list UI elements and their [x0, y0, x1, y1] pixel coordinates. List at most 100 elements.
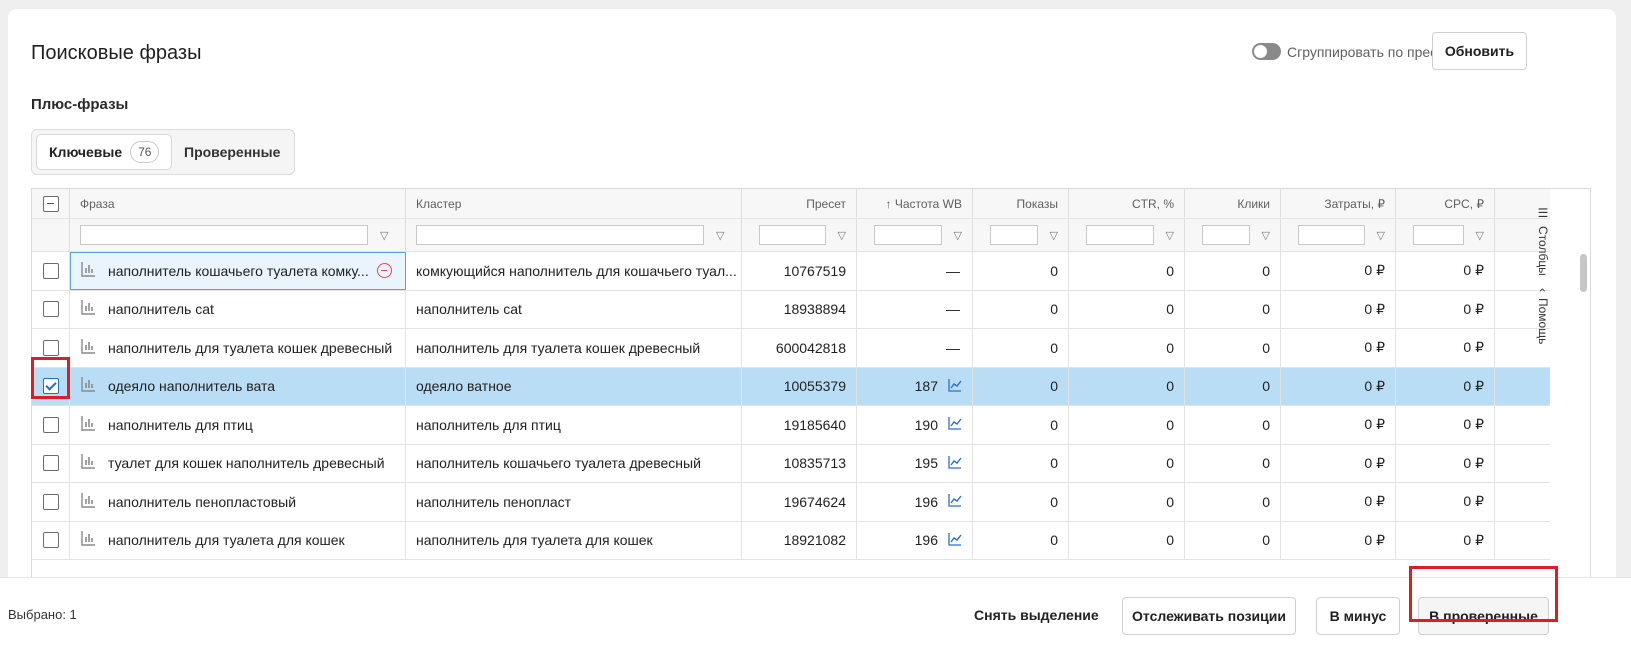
toggle-switch[interactable] [1252, 43, 1281, 60]
filter-icon[interactable]: ▽ [1166, 229, 1174, 242]
column-header-cpc[interactable]: CPC, ₽ [1396, 189, 1495, 218]
cell-clicks: 0 [1185, 483, 1281, 521]
columns-side-tab[interactable]: ☰ Столбцы [1532, 206, 1554, 276]
track-positions-button[interactable]: Отслеживать позиции [1122, 597, 1296, 635]
trend-chart-icon[interactable] [948, 455, 962, 472]
tab-verified[interactable]: Проверенные [184, 134, 280, 170]
column-header-impressions[interactable]: Показы [973, 189, 1069, 218]
trend-chart-icon[interactable] [948, 378, 962, 395]
clear-selection-button[interactable]: Снять выделение [974, 607, 1099, 623]
table-row[interactable]: наполнитель для туалета для кошек наполни… [32, 521, 1550, 560]
cell-phrase[interactable]: наполнитель для туалета кошек древесный [70, 329, 406, 367]
cell-cluster[interactable]: наполнитель для туалета кошек древесный [406, 329, 742, 367]
phrase-text: наполнитель cat [108, 301, 214, 318]
filter-input-impressions[interactable] [989, 225, 1038, 245]
help-side-tab[interactable]: ‹ Помощь [1532, 288, 1554, 344]
table-row[interactable]: наполнитель пенопластовый наполнитель пен… [32, 483, 1550, 522]
column-header-cluster[interactable]: Кластер [406, 189, 742, 218]
cell-cost: 0 ₽ [1281, 483, 1396, 521]
trend-chart-icon[interactable] [948, 532, 962, 549]
cell-phrase[interactable]: наполнитель для птиц [70, 406, 406, 444]
bar-chart-icon[interactable] [80, 261, 96, 281]
cell-phrase[interactable]: одеяло наполнитель вата [70, 367, 406, 405]
vertical-scrollbar[interactable] [1580, 252, 1587, 585]
cell-cluster[interactable]: наполнитель для птиц [406, 406, 742, 444]
select-all-checkbox[interactable] [42, 195, 59, 212]
bar-chart-icon[interactable] [80, 376, 96, 396]
cell-preset: 19674624 [742, 483, 857, 521]
table-row[interactable]: наполнитель cat наполнитель cat 18938894—0… [32, 290, 1550, 329]
cell-cluster[interactable]: наполнитель cat [406, 290, 742, 328]
table-row[interactable]: наполнитель кошачьего туалета комку... ко… [32, 252, 1550, 291]
filter-icon[interactable]: ▽ [1476, 229, 1484, 242]
refresh-button[interactable]: Обновить [1432, 32, 1527, 70]
cell-phrase[interactable]: наполнитель кошачьего туалета комку... [70, 252, 406, 290]
filter-icon[interactable]: ▽ [1377, 229, 1385, 242]
filter-input-preset[interactable] [758, 225, 826, 245]
column-header-ctr[interactable]: CTR, % [1069, 189, 1185, 218]
row-checkbox[interactable] [42, 455, 59, 472]
row-checkbox[interactable] [42, 339, 59, 356]
filter-icon[interactable]: ▽ [1050, 229, 1058, 242]
row-checkbox[interactable] [42, 416, 59, 433]
cell-cluster[interactable]: наполнитель для туалета для кошек [406, 521, 742, 559]
column-header-frequency[interactable]: ↑ Частота WB [857, 189, 973, 218]
row-checkbox[interactable] [42, 262, 59, 279]
page-title: Поисковые фразы [31, 42, 202, 64]
tab-keywords[interactable]: Ключевые 76 [36, 134, 172, 170]
bar-chart-icon[interactable] [80, 415, 96, 435]
table-row[interactable]: наполнитель для птиц наполнитель для птиц… [32, 406, 1550, 445]
filter-input-cluster[interactable] [416, 225, 704, 245]
to-minus-button[interactable]: В минус [1316, 597, 1400, 635]
column-header-cost[interactable]: Затраты, ₽ [1281, 189, 1396, 218]
filter-input-ctr[interactable] [1085, 225, 1154, 245]
remove-icon[interactable] [376, 263, 392, 279]
cell-frequency: 196 [857, 483, 973, 521]
bar-chart-icon[interactable] [80, 453, 96, 473]
cell-frequency: 190 [857, 406, 973, 444]
table-row[interactable]: туалет для кошек наполнитель древесный на… [32, 444, 1550, 483]
filter-icon[interactable]: ▽ [716, 229, 724, 242]
tab-label: Проверенные [184, 144, 281, 160]
trend-chart-icon[interactable] [948, 493, 962, 510]
row-checkbox[interactable] [42, 493, 59, 510]
cell-impressions: 0 [973, 444, 1069, 482]
bar-chart-icon[interactable] [80, 299, 96, 319]
filter-input-cpc[interactable] [1412, 225, 1464, 245]
cell-cluster[interactable]: наполнитель пенопласт [406, 483, 742, 521]
frequency-value: 196 [914, 532, 938, 549]
table-row[interactable]: наполнитель для туалета кошек древесный н… [32, 329, 1550, 368]
bar-chart-icon[interactable] [80, 492, 96, 512]
cell-cluster[interactable]: одеяло ватное [406, 367, 742, 405]
cell-impressions: 0 [973, 367, 1069, 405]
scrollbar-thumb[interactable] [1580, 254, 1587, 292]
cell-phrase[interactable]: наполнитель cat [70, 290, 406, 328]
cell-phrase[interactable]: наполнитель для туалета для кошек [70, 521, 406, 559]
column-header-preset[interactable]: Пресет [742, 189, 857, 218]
cell-cost: 0 ₽ [1281, 521, 1396, 559]
column-header-clicks[interactable]: Клики [1185, 189, 1281, 218]
row-checkbox[interactable] [42, 532, 59, 549]
row-checkbox[interactable] [42, 301, 59, 318]
table-row[interactable]: одеяло наполнитель вата одеяло ватное 1005… [32, 367, 1550, 406]
filter-input-clicks[interactable] [1201, 225, 1250, 245]
cell-cluster[interactable]: наполнитель кошачьего туалета древесный [406, 444, 742, 482]
filter-icon[interactable]: ▽ [954, 229, 962, 242]
trend-chart-icon[interactable] [948, 416, 962, 433]
cell-phrase[interactable]: туалет для кошек наполнитель древесный [70, 444, 406, 482]
filter-input-frequency[interactable] [873, 225, 942, 245]
cell-cpc: 0 ₽ [1396, 252, 1495, 290]
filter-icon[interactable]: ▽ [1262, 229, 1270, 242]
filter-icon[interactable]: ▽ [380, 229, 388, 242]
cell-cpc: 0 ₽ [1396, 367, 1495, 405]
filter-input-phrase[interactable] [80, 225, 368, 245]
column-header-phrase[interactable]: Фраза [70, 189, 406, 218]
cell-cluster[interactable]: комкующийся наполнитель для кошачьего ту… [406, 252, 742, 290]
filter-input-cost[interactable] [1297, 225, 1365, 245]
cell-cpc: 0 ₽ [1396, 406, 1495, 444]
bar-chart-icon[interactable] [80, 338, 96, 358]
cell-phrase[interactable]: наполнитель пенопластовый [70, 483, 406, 521]
cell-ctr: 0 [1069, 290, 1185, 328]
filter-icon[interactable]: ▽ [838, 229, 846, 242]
bar-chart-icon[interactable] [80, 530, 96, 550]
